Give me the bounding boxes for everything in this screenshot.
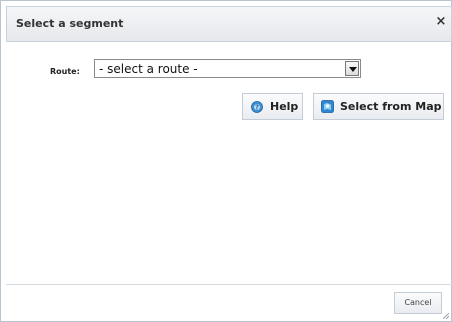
select-from-map-button[interactable]: Select from Map xyxy=(313,93,444,120)
svg-text:?: ? xyxy=(255,104,259,112)
route-select-value: - select a route - xyxy=(99,62,198,76)
select-from-map-label: Select from Map xyxy=(340,100,442,113)
help-button[interactable]: ? Help xyxy=(242,93,303,120)
dialog-title: Select a segment xyxy=(16,17,124,30)
select-segment-dialog: Select a segment × Route: - select a rou… xyxy=(0,0,452,322)
footer-divider xyxy=(6,284,452,285)
resize-grip-icon[interactable] xyxy=(443,313,449,319)
dialog-titlebar[interactable]: Select a segment × xyxy=(6,6,452,42)
help-icon: ? xyxy=(251,101,263,113)
cancel-button[interactable]: Cancel xyxy=(394,292,442,314)
help-button-label: Help xyxy=(270,100,299,113)
route-label: Route: xyxy=(50,67,80,76)
chevron-down-icon[interactable] xyxy=(345,61,359,76)
route-select[interactable]: - select a route - xyxy=(94,59,361,78)
map-icon xyxy=(321,100,334,113)
close-icon[interactable]: × xyxy=(435,15,447,29)
